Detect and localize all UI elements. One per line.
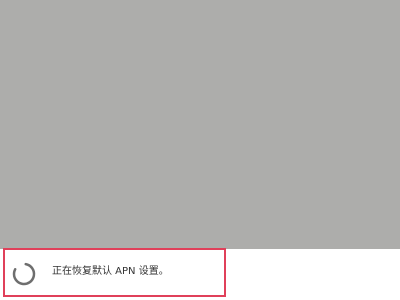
loading-spinner-icon xyxy=(12,262,36,286)
progress-message: 正在恢复默认 APN 设置。 xyxy=(52,266,169,277)
dimmed-background xyxy=(0,0,400,249)
phone-screen: 正在恢复默认 APN 设置。 xyxy=(0,0,400,300)
